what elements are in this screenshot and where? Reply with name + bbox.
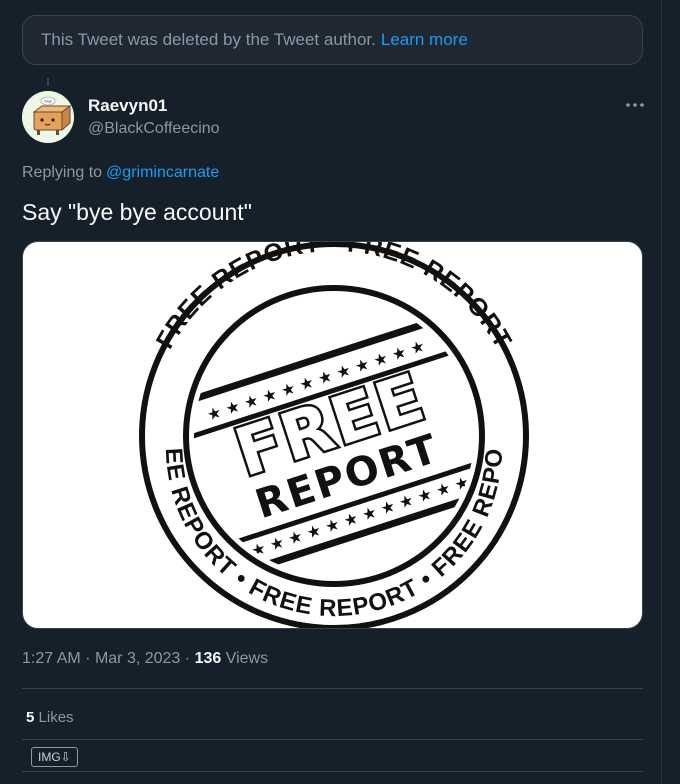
replying-to: Replying to @grimincarnate <box>22 164 219 182</box>
likes-stat[interactable]: 5 Likes <box>26 709 74 726</box>
meta-separator: · <box>184 650 191 667</box>
ring-text-top: FREE REPORT • FREE REPORT <box>151 242 517 354</box>
meta-separator: · <box>85 650 91 667</box>
thread-connector-line <box>47 78 49 86</box>
tweet-detail: This Tweet was deleted by the Tweet auth… <box>0 0 662 784</box>
scrollbar[interactable] <box>661 0 680 784</box>
views-count: 136 <box>194 650 222 667</box>
deleted-tweet-notice: This Tweet was deleted by the Tweet auth… <box>22 15 643 65</box>
tweet-date[interactable]: Mar 3, 2023 <box>95 650 180 667</box>
tweet-text: Say "bye bye account" <box>22 199 252 225</box>
divider <box>22 688 643 689</box>
replying-to-link[interactable]: @grimincarnate <box>106 164 219 181</box>
divider <box>22 771 643 772</box>
free-report-stamp: FREE REPORT • FREE REPORT FREE REPORT • … <box>23 242 529 628</box>
tweet-media-image[interactable]: FREE REPORT • FREE REPORT FREE REPORT • … <box>22 241 643 629</box>
replying-prefix: Replying to <box>22 164 103 181</box>
author-handle[interactable]: @BlackCoffeecino <box>88 120 220 138</box>
img-download-badge[interactable]: IMG⇩ <box>31 747 78 767</box>
more-options-icon[interactable] <box>624 96 646 114</box>
avatar[interactable]: Slap <box>22 91 74 143</box>
divider <box>22 739 643 740</box>
box-character-avatar-icon: Slap <box>22 91 74 143</box>
views-label: Views <box>225 650 269 667</box>
svg-text:FREE REPORT • FREE REPORT: FREE REPORT • FREE REPORT <box>151 242 518 354</box>
avatar-bubble-text: Slap <box>44 99 53 104</box>
learn-more-link[interactable]: Learn more <box>381 30 468 50</box>
author-display-name[interactable]: Raevyn01 <box>88 96 167 116</box>
likes-label: Likes <box>38 709 74 726</box>
tweet-time[interactable]: 1:27 AM <box>22 650 81 667</box>
likes-count: 5 <box>26 709 35 726</box>
tweet-metadata: 1:27 AM · Mar 3, 2023 · 136 Views <box>22 650 268 668</box>
deleted-notice-text: This Tweet was deleted by the Tweet auth… <box>41 30 376 49</box>
